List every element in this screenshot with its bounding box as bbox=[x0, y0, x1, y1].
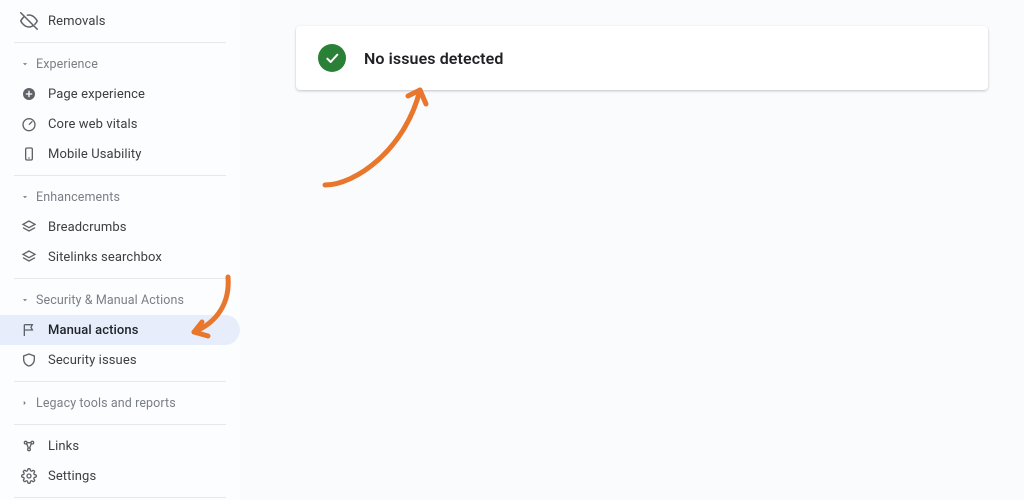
link-icon bbox=[20, 437, 38, 455]
chevron-down-icon bbox=[20, 295, 30, 305]
sidebar-item-label: Settings bbox=[48, 469, 96, 484]
gear-icon bbox=[20, 467, 38, 485]
sidebar-item-links[interactable]: Links bbox=[0, 431, 240, 461]
plus-circle-icon bbox=[20, 85, 38, 103]
chevron-down-icon bbox=[20, 59, 30, 69]
main-content: No issues detected bbox=[240, 0, 1024, 500]
group-header-experience[interactable]: Experience bbox=[0, 49, 240, 79]
sidebar-item-label: Mobile Usability bbox=[48, 147, 142, 162]
sidebar-item-removals[interactable]: Removals bbox=[0, 6, 240, 36]
mobile-icon bbox=[20, 145, 38, 163]
chevron-right-icon bbox=[20, 398, 30, 408]
gauge-icon bbox=[20, 115, 38, 133]
status-card: No issues detected bbox=[296, 26, 988, 90]
sidebar-item-core-web-vitals[interactable]: Core web vitals bbox=[0, 109, 240, 139]
layers-icon bbox=[20, 218, 38, 236]
sidebar: Removals Experience Page experience Core… bbox=[0, 0, 240, 500]
sidebar-item-security-issues[interactable]: Security issues bbox=[0, 345, 240, 375]
sidebar-item-label: Breadcrumbs bbox=[48, 220, 127, 235]
sidebar-item-settings[interactable]: Settings bbox=[0, 461, 240, 491]
sidebar-item-label: Removals bbox=[48, 14, 106, 29]
layers-icon bbox=[20, 248, 38, 266]
sidebar-item-mobile-usability[interactable]: Mobile Usability bbox=[0, 139, 240, 169]
divider bbox=[14, 175, 226, 176]
status-message: No issues detected bbox=[364, 49, 503, 68]
sidebar-item-label: Sitelinks searchbox bbox=[48, 250, 162, 265]
sidebar-item-manual-actions[interactable]: Manual actions bbox=[0, 315, 240, 345]
sidebar-item-label: Page experience bbox=[48, 87, 145, 102]
sidebar-item-sitelinks-searchbox[interactable]: Sitelinks searchbox bbox=[0, 242, 240, 272]
chevron-down-icon bbox=[20, 192, 30, 202]
group-header-legacy[interactable]: Legacy tools and reports bbox=[0, 388, 240, 418]
group-header-label: Enhancements bbox=[36, 190, 120, 205]
check-circle-icon bbox=[318, 44, 346, 72]
eye-off-icon bbox=[20, 12, 38, 30]
divider bbox=[14, 381, 226, 382]
flag-icon bbox=[20, 321, 38, 339]
group-header-enhancements[interactable]: Enhancements bbox=[0, 182, 240, 212]
group-header-security[interactable]: Security & Manual Actions bbox=[0, 285, 240, 315]
group-header-label: Experience bbox=[36, 57, 98, 72]
sidebar-item-label: Links bbox=[48, 439, 79, 454]
sidebar-item-label: Security issues bbox=[48, 353, 137, 368]
shield-icon bbox=[20, 351, 38, 369]
divider bbox=[14, 424, 226, 425]
group-header-label: Security & Manual Actions bbox=[36, 293, 184, 308]
divider bbox=[14, 42, 226, 43]
divider bbox=[14, 278, 226, 279]
sidebar-item-label: Core web vitals bbox=[48, 117, 138, 132]
sidebar-item-page-experience[interactable]: Page experience bbox=[0, 79, 240, 109]
divider bbox=[14, 497, 226, 498]
group-header-label: Legacy tools and reports bbox=[36, 396, 176, 411]
sidebar-item-breadcrumbs[interactable]: Breadcrumbs bbox=[0, 212, 240, 242]
sidebar-item-label: Manual actions bbox=[48, 323, 139, 338]
